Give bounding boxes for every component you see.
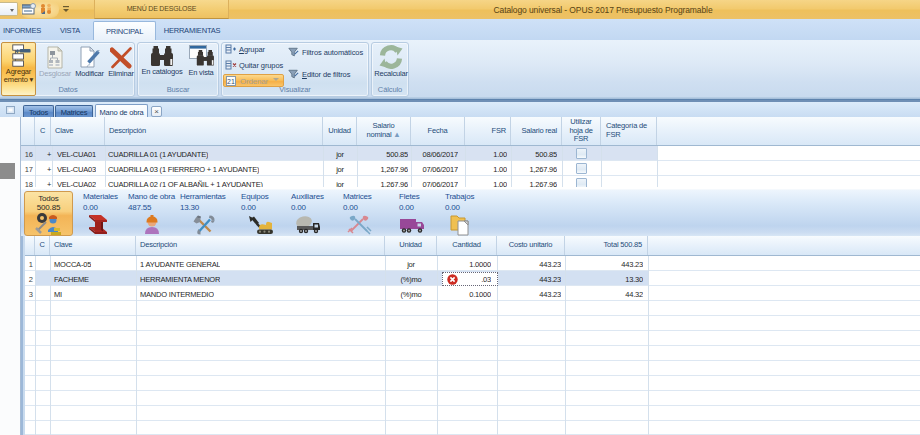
svg-text:21: 21	[227, 78, 235, 85]
